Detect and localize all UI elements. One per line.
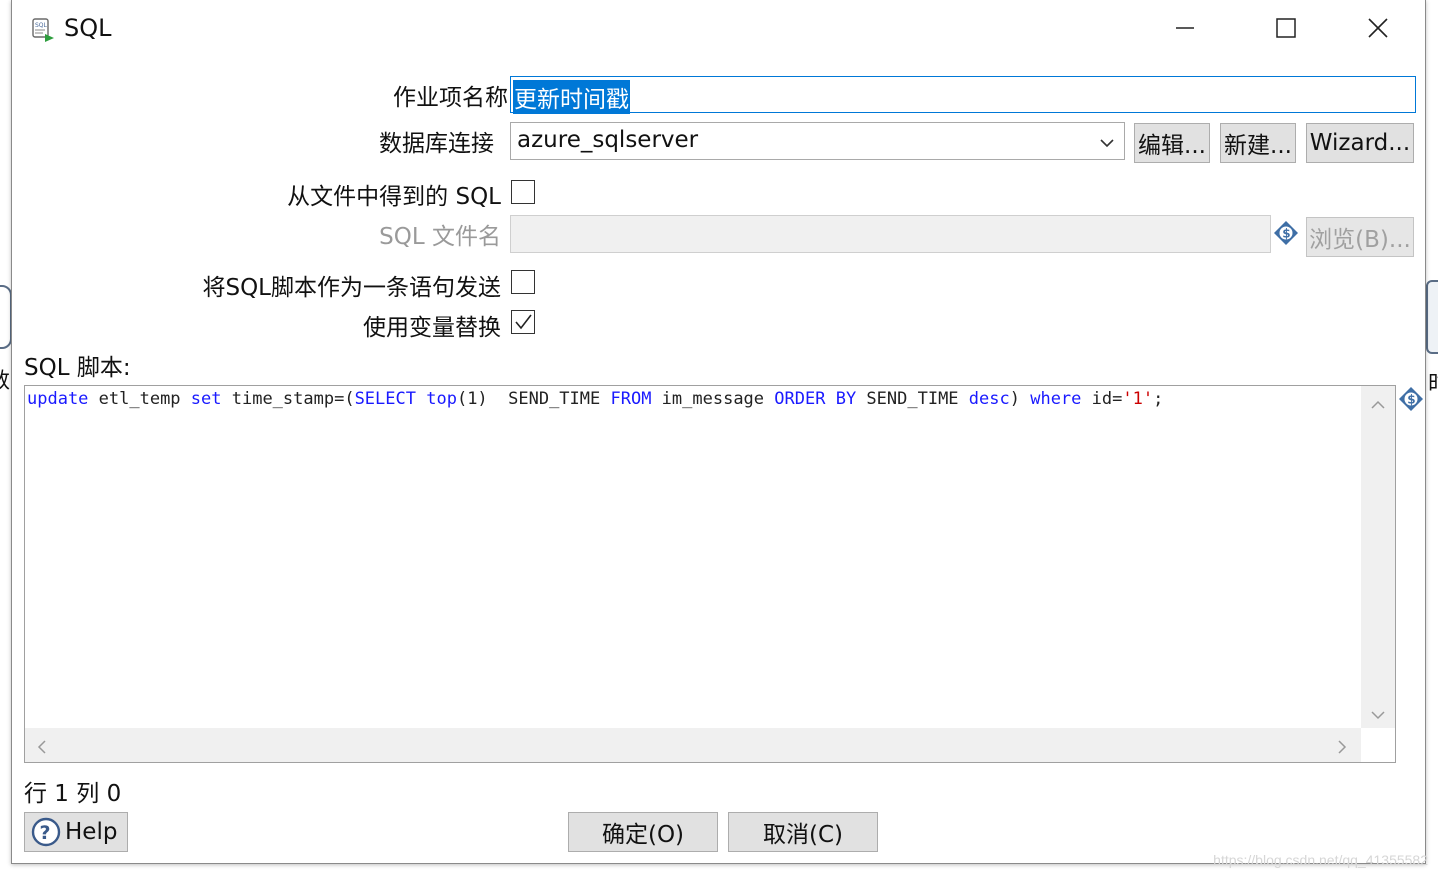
horizontal-scrollbar[interactable] xyxy=(25,728,1361,762)
sql-keyword: update xyxy=(27,389,89,409)
sql-script-label: SQL 脚本: xyxy=(24,355,131,381)
sql-filename-field[interactable] xyxy=(510,215,1271,253)
window-title: SQL xyxy=(64,14,112,42)
svg-text:SQL: SQL xyxy=(35,22,48,29)
sql-dialog: SQL SQL 作业项名称 更新时间戳 数据库连接 azure_sqlserve… xyxy=(11,0,1426,864)
help-button[interactable]: ? Help xyxy=(24,812,128,852)
close-button[interactable] xyxy=(1353,10,1403,50)
svg-text:$: $ xyxy=(1282,227,1290,241)
sql-code-line[interactable]: update etl_temp set time_stamp=(SELECT t… xyxy=(27,389,1163,409)
scroll-right-icon[interactable] xyxy=(1337,738,1347,759)
sql-text: time_stamp=( xyxy=(221,389,355,409)
sql-text: ; xyxy=(1153,389,1164,409)
cursor-position-status: 行 1 列 0 xyxy=(24,781,122,807)
sql-from-file-checkbox[interactable] xyxy=(511,180,535,204)
watermark-text: https://blog.csdn.net/qq_41355582 xyxy=(1213,852,1428,868)
db-connection-label: 数据库连接 xyxy=(379,131,494,157)
scroll-corner xyxy=(1361,728,1395,762)
maximize-icon xyxy=(1275,17,1297,43)
sql-script-editor[interactable]: update etl_temp set time_stamp=(SELECT t… xyxy=(24,385,1396,763)
sql-filename-label: SQL 文件名 xyxy=(379,224,501,250)
job-name-value: 更新时间戳 xyxy=(513,80,630,114)
browse-button[interactable]: 浏览(B)... xyxy=(1306,217,1414,257)
sql-script-icon: SQL xyxy=(30,17,56,47)
send-as-one-checkbox[interactable] xyxy=(511,270,535,294)
scroll-left-icon[interactable] xyxy=(37,738,47,759)
vertical-scrollbar[interactable] xyxy=(1361,386,1395,728)
maximize-button[interactable] xyxy=(1261,10,1311,50)
svg-text:$: $ xyxy=(1407,393,1415,407)
sql-keyword: FROM xyxy=(610,389,652,409)
script-variable-icon[interactable]: $ xyxy=(1398,386,1424,412)
job-name-label: 作业项名称 xyxy=(393,85,508,111)
minimize-icon xyxy=(1174,17,1196,43)
sql-keyword: SELECT xyxy=(354,389,416,409)
sql-text: etl_temp xyxy=(88,389,191,409)
title-bar[interactable]: SQL SQL xyxy=(12,0,1425,60)
wizard-button[interactable]: Wizard... xyxy=(1306,123,1414,163)
edit-connection-button[interactable]: 编辑... xyxy=(1134,123,1210,163)
close-icon xyxy=(1367,17,1389,43)
use-variable-label: 使用变量替换 xyxy=(363,315,501,341)
background-canvas-fragment-left: 数 xyxy=(0,285,12,394)
sql-string: '1' xyxy=(1122,389,1154,409)
checkmark-icon xyxy=(513,312,533,336)
sql-keyword: ORDER xyxy=(774,389,826,409)
ok-button[interactable]: 确定(O) xyxy=(568,812,718,852)
background-label-left: 数 xyxy=(0,363,10,395)
scroll-down-icon[interactable] xyxy=(1371,704,1385,725)
sql-keyword: top xyxy=(426,389,457,409)
job-name-field[interactable]: 更新时间戳 xyxy=(510,76,1416,114)
chevron-down-icon xyxy=(1100,128,1114,154)
db-connection-value: azure_sqlserver xyxy=(517,127,699,153)
sql-keyword: desc xyxy=(968,389,1010,409)
db-connection-select[interactable]: azure_sqlserver xyxy=(510,122,1125,160)
help-label: Help xyxy=(65,819,118,845)
variable-icon[interactable]: $ xyxy=(1273,220,1299,246)
cancel-button[interactable]: 取消(C) xyxy=(728,812,878,852)
sql-keyword: where xyxy=(1030,389,1082,409)
background-label-right: 时 xyxy=(1428,366,1438,398)
sql-keyword: set xyxy=(190,389,222,409)
minimize-button[interactable] xyxy=(1160,10,1210,50)
help-icon: ? xyxy=(31,817,61,847)
sql-text: im_message xyxy=(651,389,775,409)
sql-keyword: BY xyxy=(835,389,857,409)
sql-text: (1) SEND_TIME xyxy=(456,389,611,409)
svg-text:?: ? xyxy=(40,822,51,844)
sql-text: SEND_TIME xyxy=(856,389,969,409)
send-as-one-label: 将SQL脚本作为一条语句发送 xyxy=(202,275,501,301)
dropdown-button[interactable] xyxy=(1090,123,1124,159)
new-connection-button[interactable]: 新建... xyxy=(1220,123,1296,163)
sql-text: ) xyxy=(1009,389,1031,409)
sql-text: id= xyxy=(1081,389,1123,409)
scroll-up-icon[interactable] xyxy=(1371,394,1385,415)
sql-from-file-label: 从文件中得到的 SQL xyxy=(287,184,501,210)
use-variable-checkbox[interactable] xyxy=(511,310,535,334)
background-canvas-fragment-right: 时 xyxy=(1426,280,1438,397)
